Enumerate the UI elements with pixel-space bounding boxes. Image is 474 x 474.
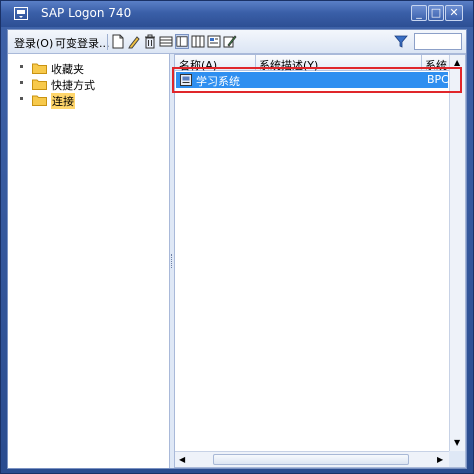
connection-tree: 收藏夹 快捷方式 连接 [8, 54, 170, 468]
close-button[interactable]: ✕ [445, 5, 463, 21]
tree-item-label: 收藏夹 [51, 63, 84, 76]
window-title: SAP Logon 740 [41, 6, 132, 20]
edit-settings-icon[interactable] [223, 34, 237, 49]
logon-button[interactable]: 登录(O) [14, 35, 53, 51]
tree-bullet [20, 65, 23, 68]
splitter-grip[interactable] [171, 254, 173, 268]
folder-icon [32, 79, 47, 90]
tree-item-label: 连接 [51, 93, 75, 109]
explorer-view-icon[interactable] [175, 34, 189, 49]
maximize-button[interactable]: □ [428, 5, 444, 21]
new-entry-icon[interactable] [111, 34, 125, 49]
scroll-right-icon[interactable]: ▶ [437, 455, 443, 465]
sap-logon-window: SAP Logon 740 _ □ ✕ 登录(O) 可变登录... 收藏夹 快捷… [0, 0, 474, 474]
filter-input[interactable] [414, 33, 462, 50]
connection-list: 名称(A) 系统描述(Y) 系统... 学习系统 BPC ▲ ▼ [174, 54, 466, 468]
title-bar[interactable]: SAP Logon 740 _ □ ✕ [1, 1, 473, 27]
minimize-button[interactable]: _ [411, 5, 427, 21]
grid-view-icon[interactable] [191, 34, 205, 49]
client-area: 登录(O) 可变登录... 收藏夹 快捷方式 连接 名称(A) 系统描述(Y) … [7, 29, 467, 469]
folder-icon [32, 95, 47, 106]
list-view-icon[interactable] [159, 34, 173, 49]
horizontal-scrollbar[interactable]: ◀ ▶ [175, 451, 449, 467]
scroll-left-icon[interactable]: ◀ [179, 455, 185, 465]
tree-item-label: 快捷方式 [51, 79, 95, 92]
toolbar: 登录(O) 可变登录... [8, 30, 466, 54]
tree-bullet [20, 97, 23, 100]
vertical-scrollbar[interactable]: ▲ ▼ [449, 55, 465, 451]
toolbar-separator [107, 34, 108, 50]
sap-logon-app-icon [14, 7, 28, 20]
tree-bullet [20, 81, 23, 84]
folder-icon [32, 63, 47, 74]
properties-icon[interactable] [207, 34, 221, 49]
horizontal-scroll-thumb[interactable] [213, 454, 409, 465]
variable-logon-button[interactable]: 可变登录... [55, 35, 110, 51]
filter-icon[interactable] [394, 34, 408, 49]
delete-icon[interactable] [143, 34, 157, 49]
edit-icon[interactable] [127, 34, 141, 49]
highlight-annotation [172, 67, 462, 93]
scroll-down-icon[interactable]: ▼ [454, 438, 460, 448]
scroll-corner [449, 451, 465, 467]
